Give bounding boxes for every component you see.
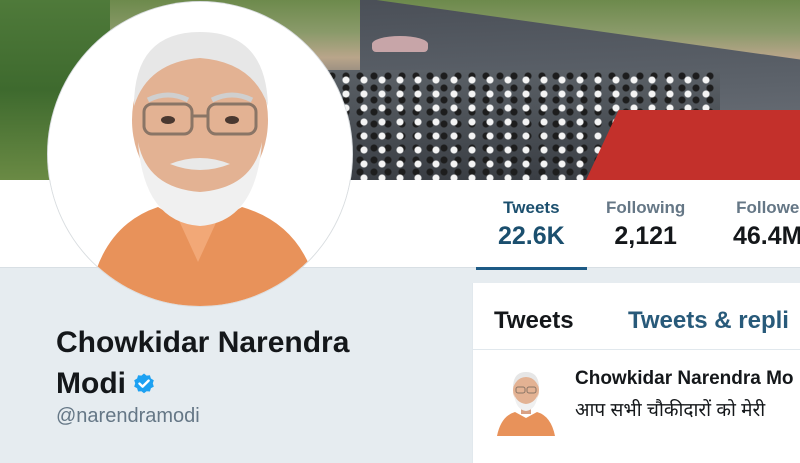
verified-badge-icon [132,366,156,394]
tweet-author-avatar[interactable] [497,366,555,436]
profile-photo [48,2,352,306]
banner-red-carpet [581,110,800,180]
profile-handle[interactable]: @narendramodi [56,405,200,428]
stat-tweets-value: 22.6K [498,222,565,250]
tab-tweets[interactable]: Tweets [494,307,574,335]
stat-following-label: Following [606,198,686,217]
stat-following[interactable]: Following 2,121 [606,198,685,251]
profile-name: Chowkidar Narendra Modi [56,322,376,404]
stat-tweets[interactable]: Tweets 22.6K [476,198,587,270]
banner-canopy [372,36,428,52]
timeline-tabs: Tweets Tweets & repli [472,283,800,350]
stat-following-value: 2,121 [614,222,677,250]
stat-followers-label: Followe [736,198,800,217]
profile-avatar[interactable] [48,2,352,306]
tweet-author-name[interactable]: Chowkidar Narendra Mo [575,368,794,390]
stat-followers-value: 46.4M [733,222,800,250]
tweet-avatar-photo [497,366,555,436]
profile-name-line1: Chowkidar Narendra [56,326,350,359]
tweet-text: आप सभी चौकीदारों को मेरी [575,400,766,421]
profile-name-line2: Modi [56,367,126,400]
stat-tweets-label: Tweets [503,198,560,217]
stat-followers[interactable]: Followe 46.4M [733,198,800,251]
tab-tweets-and-replies[interactable]: Tweets & repli [628,307,789,335]
